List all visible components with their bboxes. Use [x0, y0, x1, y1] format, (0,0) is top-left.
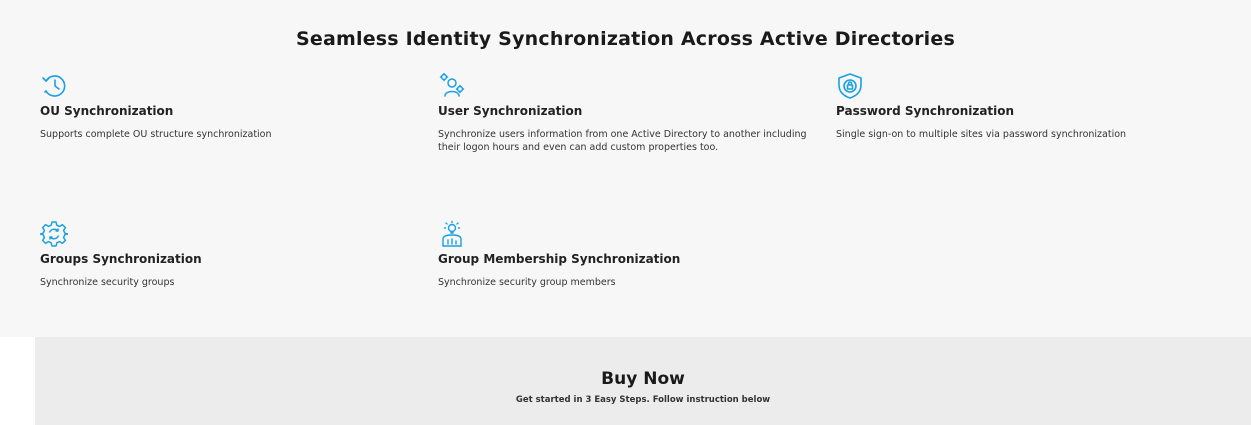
feature-title: Password Synchronization [836, 104, 1015, 118]
feature-description: Synchronize security groups [40, 277, 175, 288]
feature-description: Synchronize users information from one A… [438, 129, 807, 153]
features-section: Seamless Identity Synchronization Across… [0, 0, 1251, 337]
users-gear-icon [438, 72, 466, 100]
buy-now-subtitle: Get started in 3 Easy Steps. Follow inst… [515, 395, 771, 405]
clock-sync-icon [40, 72, 68, 100]
section-title: Seamless Identity Synchronization Across… [296, 28, 955, 50]
feature-title: OU Synchronization [40, 104, 174, 118]
feature-title: Group Membership Synchronization [438, 252, 681, 266]
feature-group-membership-sync: Group Membership Synchronization Synchro… [438, 220, 808, 289]
feature-title: User Synchronization [438, 104, 583, 118]
buy-now-title: Buy Now [601, 369, 685, 389]
feature-password-sync: Password Synchronization Single sign-on … [836, 72, 1206, 141]
feature-groups-sync: Groups Synchronization Synchronize secur… [40, 220, 410, 289]
feature-user-sync: User Synchronization Synchronize users i… [438, 72, 808, 154]
feature-ou-sync: OU Synchronization Supports complete OU … [40, 72, 410, 141]
feature-description: Synchronize security group members [438, 277, 616, 288]
gear-sync-icon [40, 220, 68, 248]
feature-description: Single sign-on to multiple sites via pas… [836, 129, 1127, 140]
buy-now-section: Buy Now Get started in 3 Easy Steps. Fol… [35, 337, 1251, 425]
feature-description: Supports complete OU structure synchroni… [40, 129, 272, 140]
page: Seamless Identity Synchronization Across… [0, 0, 1251, 425]
idea-person-icon [438, 220, 466, 248]
shield-lock-icon [836, 72, 864, 100]
feature-title: Groups Synchronization [40, 252, 202, 266]
